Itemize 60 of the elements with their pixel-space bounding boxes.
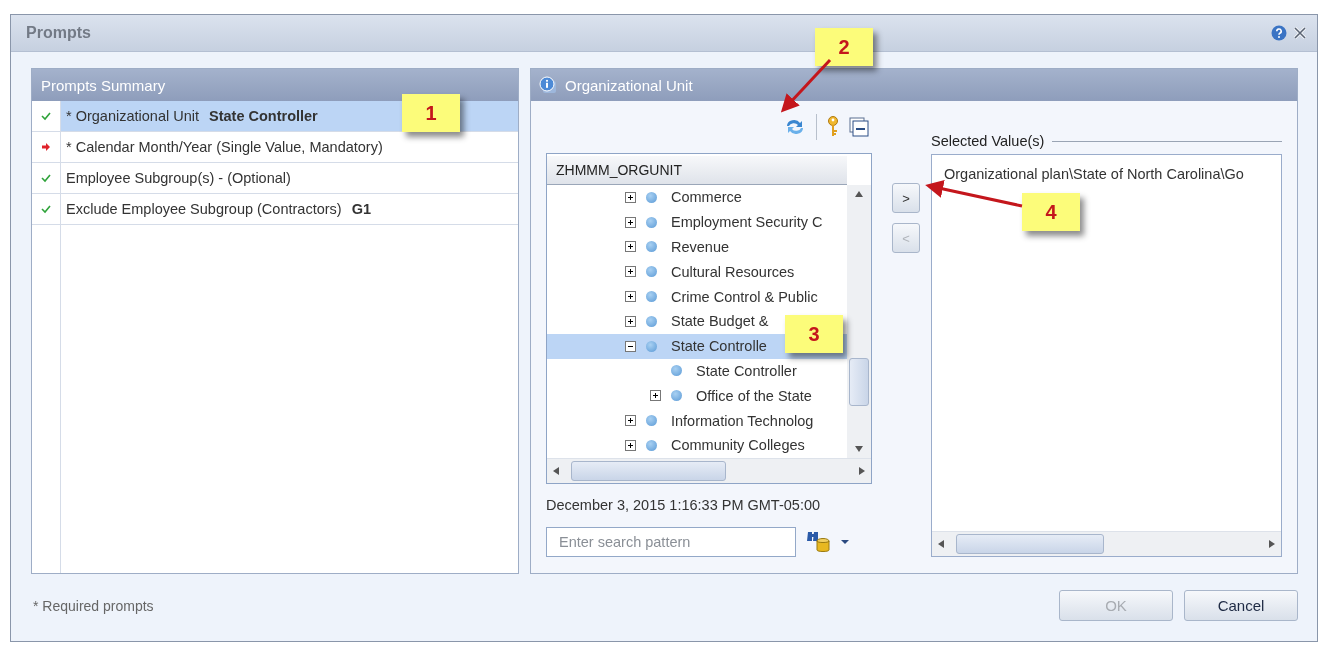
vertical-scrollbar[interactable] bbox=[847, 185, 871, 458]
required-note: * Required prompts bbox=[32, 597, 154, 614]
expand-icon[interactable] bbox=[625, 216, 636, 228]
callout-tooltip: 3 bbox=[785, 315, 843, 353]
search-field[interactable]: Enter search pattern bbox=[546, 527, 796, 557]
tree-item[interactable]: Community Colleges bbox=[547, 432, 847, 458]
node-icon bbox=[646, 439, 657, 451]
prompt-row[interactable]: Exclude Employee Subgroup (Contractors) G1 bbox=[32, 194, 518, 225]
refresh-icon[interactable] bbox=[784, 117, 806, 137]
expand-icon[interactable] bbox=[625, 415, 636, 427]
timestamp: December 3, 2015 1:16:33 PM GMT-05:00 bbox=[546, 497, 822, 513]
help-icon[interactable] bbox=[1271, 25, 1287, 41]
node-icon bbox=[646, 315, 657, 327]
tree-item[interactable]: Employment Security C bbox=[547, 209, 847, 235]
info-icon bbox=[539, 76, 557, 94]
expand-icon[interactable] bbox=[625, 266, 636, 278]
arrow bbox=[780, 58, 832, 113]
window-title: Prompts bbox=[26, 24, 91, 42]
prompt-row[interactable]: * Calendar Month/Year (Single Value, Mandatory) bbox=[32, 132, 518, 163]
expand-icon[interactable] bbox=[650, 390, 661, 402]
panel-title: Organizational Unit bbox=[565, 76, 693, 94]
prompt-row[interactable]: Employee Subgroup(s) - (Optional) bbox=[32, 163, 518, 194]
node-icon bbox=[646, 291, 657, 303]
tree-item[interactable]: Cultural Resources bbox=[547, 259, 847, 285]
node-icon bbox=[671, 390, 682, 402]
callout-tooltip: 2 bbox=[815, 28, 873, 66]
node-icon bbox=[646, 266, 657, 278]
node-icon bbox=[646, 216, 657, 228]
node-icon bbox=[646, 340, 657, 352]
expand-icon[interactable] bbox=[625, 191, 636, 203]
panel-header: Prompts Summary bbox=[32, 69, 518, 101]
cancel-button[interactable]: Cancel bbox=[1184, 590, 1298, 621]
tree-item[interactable]: Revenue bbox=[547, 234, 847, 260]
tree-item[interactable]: Commerce bbox=[547, 185, 847, 210]
expand-icon[interactable] bbox=[625, 315, 636, 327]
tree-item[interactable]: Office of the State bbox=[547, 383, 847, 409]
callout-tooltip: 4 bbox=[1022, 193, 1080, 231]
expand-icon[interactable] bbox=[625, 241, 636, 253]
expand-icon[interactable] bbox=[625, 439, 636, 451]
caret-icon[interactable] bbox=[840, 538, 850, 546]
callout-tooltip: 1 bbox=[402, 94, 460, 132]
section-label: Selected Value(s) bbox=[931, 133, 1045, 149]
search-database-icon[interactable] bbox=[806, 530, 832, 554]
expand-icon[interactable] bbox=[625, 291, 636, 303]
tree-item[interactable]: Information Technolog bbox=[547, 408, 847, 433]
node-icon bbox=[646, 415, 657, 427]
selected-value[interactable]: Organizational plan\State of North Carolina\Go bbox=[944, 166, 1281, 182]
node-icon bbox=[646, 191, 657, 203]
tree-item[interactable]: Crime Control & Public bbox=[547, 284, 847, 309]
key-icon[interactable] bbox=[827, 116, 839, 138]
node-icon bbox=[646, 241, 657, 253]
collapse-icon[interactable] bbox=[849, 117, 869, 137]
column-header: ZHMMM_ORGUNIT bbox=[547, 156, 847, 185]
close-icon[interactable] bbox=[1293, 26, 1307, 40]
add-button[interactable]: > bbox=[892, 183, 920, 213]
node-icon bbox=[671, 365, 682, 377]
horizontal-scrollbar[interactable] bbox=[932, 531, 1281, 556]
collapse-icon[interactable] bbox=[625, 340, 636, 352]
tree-item[interactable]: State Controller bbox=[547, 358, 847, 384]
horizontal-scrollbar[interactable] bbox=[547, 458, 871, 483]
